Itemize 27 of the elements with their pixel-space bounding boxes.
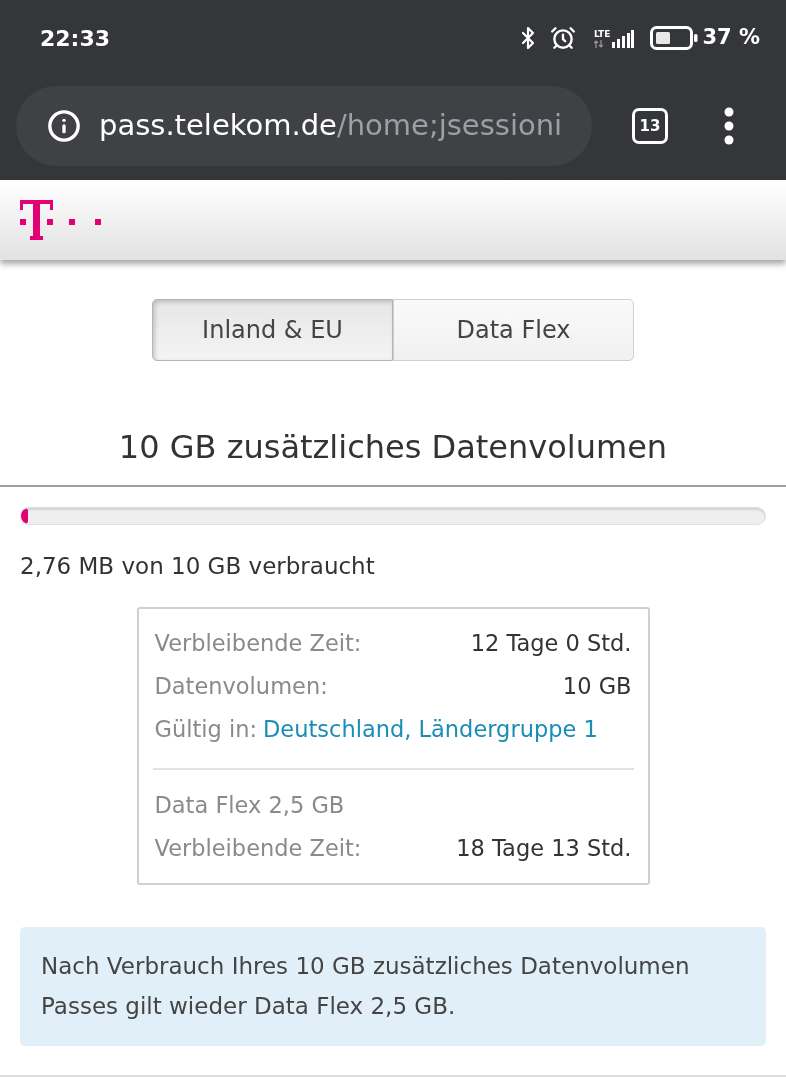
detail-label: Verbleibende Zeit: (154, 628, 362, 658)
detail-label: Gültig in: (154, 714, 258, 744)
alarm-clock-icon (549, 25, 576, 51)
detail-value: 18 Tage 13 Std. (456, 833, 632, 863)
signal-icon (612, 29, 635, 48)
clock-time: 22:33 (40, 24, 111, 53)
info-icon (47, 109, 81, 143)
section-title: Data Flex 2,5 GB (154, 790, 345, 820)
segment-tab[interactable]: Data Flex (393, 299, 634, 361)
detail-value: 10 GB (562, 671, 632, 701)
tab-count-button[interactable]: 13 (632, 108, 668, 144)
battery-icon (650, 26, 699, 50)
network-type-label: LTE (593, 28, 611, 39)
more-options-icon[interactable] (724, 107, 734, 145)
info-notice: Nach Verbrauch Ihres 10 GB zusätzliches Datenvolumen Passes gilt wieder Data Flex 2,5 GB. (20, 927, 766, 1046)
detail-label: Verbleibende Zeit: (154, 833, 362, 863)
detail-label: Datenvolumen: (154, 671, 328, 701)
data-arrows-icon (593, 39, 603, 48)
page-heading: 10 GB zusätzliches Datenvolumen (117, 427, 669, 467)
url-text: pass.telekom.de/home;jsessioni (99, 107, 563, 145)
battery-percentage: 37 % (702, 24, 760, 52)
country-link[interactable]: Deutschland, Ländergruppe 1 (263, 712, 598, 747)
usage-summary: 2,76 MB von 10 GB verbraucht (20, 552, 376, 580)
address-bar[interactable]: pass.telekom.de/home;jsessioni (16, 86, 592, 166)
logo-icon (20, 199, 101, 241)
detail-value: 12 Tage 0 Std. (470, 628, 632, 658)
segment-tab[interactable]: Inland & EU (152, 299, 393, 361)
